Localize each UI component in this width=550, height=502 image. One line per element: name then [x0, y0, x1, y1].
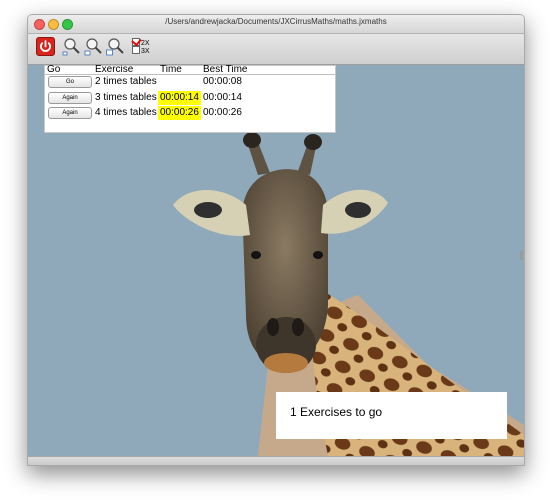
title-bar[interactable]: /Users/andrewjacka/Documents/JXCirrusMat… — [28, 15, 524, 34]
content-area: Go Exercise Time Best Time Go 2 times ta… — [28, 65, 524, 456]
app-window: /Users/andrewjacka/Documents/JXCirrusMat… — [27, 14, 525, 466]
exercise-time: 00:00:26 — [158, 106, 201, 120]
again-button[interactable]: Again — [48, 92, 92, 104]
exercise-table: Go Exercise Time Best Time Go 2 times ta… — [44, 65, 336, 133]
table-row: Again 3 times tables 00:00:14 00:00:14 — [45, 91, 335, 105]
table-row: Go 2 times tables 00:00:08 — [45, 75, 335, 89]
resize-handle[interactable] — [520, 251, 523, 260]
power-button[interactable] — [36, 37, 55, 56]
exercise-best-time: 00:00:14 — [203, 92, 242, 103]
toolbar: 2X 3X — [28, 34, 524, 65]
exercise-name: 2 times tables — [95, 76, 157, 87]
table-row: Again 4 times tables 00:00:26 00:00:26 — [45, 106, 335, 120]
option-3x-label: 3X — [141, 48, 150, 55]
zoom-reset-icon — [84, 38, 102, 56]
zoom-in-icon — [106, 38, 124, 56]
exercise-name: 3 times tables — [95, 92, 157, 103]
checkbox-unchecked-icon — [132, 46, 140, 54]
zoom-in-button[interactable] — [106, 37, 126, 57]
checkbox-checked-icon — [132, 38, 140, 46]
option-3x-checkbox[interactable]: 3X — [132, 46, 150, 56]
exercise-best-time: 00:00:26 — [203, 107, 242, 118]
exercise-best-time: 00:00:08 — [203, 76, 242, 87]
zoom-reset-button[interactable] — [84, 37, 104, 57]
exercises-remaining-text: 1 Exercises to go — [290, 405, 383, 419]
bottom-bar — [28, 456, 524, 465]
window-title: /Users/andrewjacka/Documents/JXCirrusMat… — [165, 17, 387, 26]
exercise-time: 00:00:14 — [158, 91, 201, 105]
power-icon — [40, 40, 51, 52]
status-panel: 1 Exercises to go — [276, 392, 507, 439]
zoom-out-icon — [62, 38, 80, 56]
exercise-name: 4 times tables — [95, 107, 157, 118]
again-button[interactable]: Again — [48, 107, 92, 119]
zoom-out-button[interactable] — [62, 37, 82, 57]
go-button[interactable]: Go — [48, 76, 92, 88]
